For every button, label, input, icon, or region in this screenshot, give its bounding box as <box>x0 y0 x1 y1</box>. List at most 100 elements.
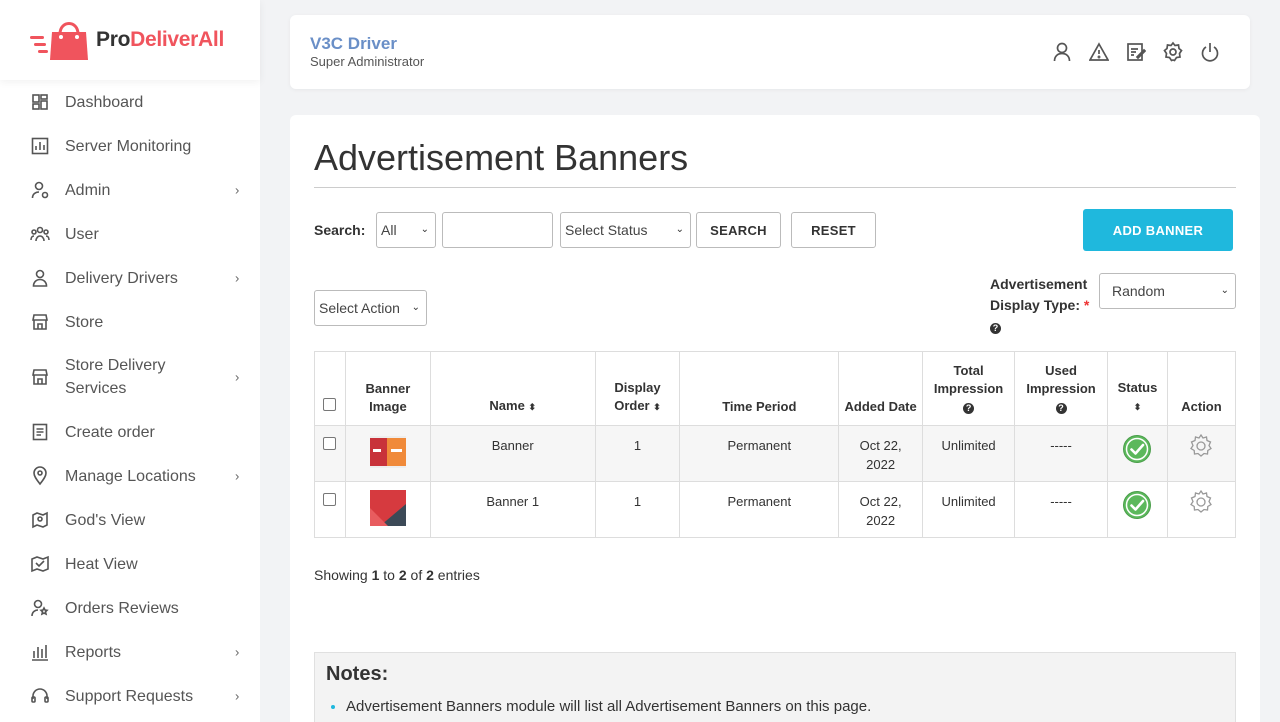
search-input[interactable] <box>442 212 553 248</box>
select-action-dropdown[interactable]: Select Action ⌄ <box>314 290 427 326</box>
brand-logo[interactable]: ProDeliverAll <box>0 0 260 80</box>
warning-icon[interactable] <box>1088 41 1110 63</box>
used-impression-cell: ----- <box>1014 481 1108 538</box>
time-period-cell: Permanent <box>679 481 840 538</box>
sidebar-item-store-delivery-services[interactable]: Store Delivery Services › <box>0 344 260 410</box>
sidebar-item-store[interactable]: Store <box>0 300 260 344</box>
display-order-cell: 1 <box>594 481 681 538</box>
row-checkbox[interactable] <box>323 493 337 506</box>
shopping-bag-logo-icon <box>30 18 92 62</box>
sidebar-item-label: User <box>65 225 99 243</box>
display-order-cell: 1 <box>594 425 681 482</box>
table-header-row: Banner Image Name ⬍ Display Order ⬍ Time… <box>314 351 1237 426</box>
add-banner-button[interactable]: ADD BANNER <box>1083 209 1233 251</box>
sidebar-item-label: Support Requests <box>65 687 194 705</box>
row-select-cell <box>314 481 346 538</box>
power-icon[interactable] <box>1200 41 1220 63</box>
sidebar-item-dashboard[interactable]: Dashboard <box>0 80 260 124</box>
location-icon <box>30 466 50 486</box>
users-icon <box>30 224 50 244</box>
display-type-label-line1: Advertisement <box>990 276 1088 292</box>
help-icon[interactable]: ? <box>963 403 975 414</box>
sidebar-item-admin[interactable]: Admin › <box>0 168 260 212</box>
added-date-line1: Oct 22, <box>859 438 902 453</box>
added-date-line1: Oct 22, <box>859 494 902 509</box>
profile-icon[interactable] <box>1052 41 1072 63</box>
column-banner-image: Banner Image <box>344 351 431 426</box>
headset-icon <box>30 686 50 706</box>
column-total-impression: Total Impression? <box>922 351 1016 426</box>
edit-icon[interactable] <box>1126 41 1147 63</box>
active-status-icon[interactable] <box>1122 435 1152 467</box>
chevron-right-icon: › <box>235 182 240 198</box>
row-checkbox[interactable] <box>323 437 337 450</box>
column-label: Status <box>1117 380 1158 395</box>
select-all-cell <box>314 351 346 426</box>
brand-name: ProDeliverAll <box>96 28 224 51</box>
display-type-value: Random <box>1112 283 1165 299</box>
notes-list: Advertisement Banners module will list a… <box>346 698 1235 715</box>
pagination-text: of <box>406 567 427 583</box>
gear-icon[interactable] <box>1188 489 1214 518</box>
help-icon[interactable]: ? <box>1055 403 1067 414</box>
column-status[interactable]: Status ⬍ <box>1107 351 1168 426</box>
help-icon[interactable]: ? <box>990 323 1001 334</box>
column-display-order[interactable]: Display Order ⬍ <box>594 351 681 426</box>
sidebar-item-label: Store Delivery Services <box>65 357 166 397</box>
display-type-select[interactable]: Random ⌄ <box>1099 273 1236 309</box>
settings-icon[interactable] <box>1163 41 1183 63</box>
time-period-cell: Permanent <box>679 425 840 482</box>
column-name[interactable]: Name ⬍ <box>429 351 596 426</box>
search-button[interactable]: SEARCH <box>696 212 781 248</box>
banner-image-cell <box>344 481 431 538</box>
display-type-label-line2: Display Type: <box>990 297 1080 313</box>
header-actions <box>1052 41 1220 63</box>
sidebar-item-manage-locations[interactable]: Manage Locations › <box>0 454 260 498</box>
search-label: Search: <box>314 222 366 238</box>
status-cell <box>1107 481 1168 538</box>
sidebar-item-label: Store <box>65 313 104 331</box>
gear-icon[interactable] <box>1188 433 1214 462</box>
select-all-checkbox[interactable] <box>323 398 337 411</box>
chevron-right-icon: › <box>235 688 240 704</box>
column-label: Time Period <box>722 399 797 414</box>
table-row: Banner 1 Permanent Oct 22, 2022 Unlimited… <box>314 425 1237 482</box>
pagination-info: Showing 1 to 2 of 2 entries <box>314 567 480 583</box>
display-type-label: Advertisement Display Type: * ? <box>990 274 1089 337</box>
search-field-select[interactable]: All ⌄ <box>376 212 436 248</box>
added-date-line2: 2022 <box>866 513 896 528</box>
sidebar-item-server-monitoring[interactable]: Server Monitoring <box>0 124 260 168</box>
sidebar-item-gods-view[interactable]: God's View <box>0 498 260 542</box>
pagination-text: entries <box>433 567 480 583</box>
sidebar-item-heat-view[interactable]: Heat View <box>0 542 260 586</box>
sidebar-item-delivery-drivers[interactable]: Delivery Drivers › <box>0 256 260 300</box>
required-mark: * <box>1083 297 1090 313</box>
notes-panel: Notes: Advertisement Banners module will… <box>314 652 1236 722</box>
reset-button[interactable]: RESET <box>791 212 876 248</box>
sidebar-item-label: Reports <box>65 643 122 661</box>
banner-thumbnail[interactable] <box>369 434 406 470</box>
action-cell <box>1166 425 1237 482</box>
review-icon <box>30 598 50 618</box>
sidebar-item-orders-reviews[interactable]: Orders Reviews <box>0 586 260 630</box>
sidebar-item-label: Create order <box>65 423 155 441</box>
sidebar-item-reports[interactable]: Reports › <box>0 630 260 674</box>
user-name: V3C Driver <box>310 34 397 53</box>
sidebar-nav: Dashboard Server Monitoring Admin › User… <box>0 80 260 718</box>
title-divider <box>314 187 1236 188</box>
bar-chart-icon <box>30 642 50 662</box>
sidebar-item-support-requests[interactable]: Support Requests › <box>0 674 260 718</box>
sort-icon: ⬍ <box>653 402 661 412</box>
sidebar-item-create-order[interactable]: Create order <box>0 410 260 454</box>
banner-thumbnail[interactable] <box>369 490 406 526</box>
page-title: Advertisement Banners <box>314 137 689 178</box>
chevron-down-icon: ⌄ <box>411 302 420 313</box>
active-status-icon[interactable] <box>1122 491 1152 523</box>
status-select[interactable]: Select Status ⌄ <box>560 212 691 248</box>
sidebar-item-label: Server Monitoring <box>65 137 192 155</box>
pagination-to: 2 <box>398 567 407 583</box>
table-row: Banner 1 1 Permanent Oct 22, 2022 Unlimit… <box>314 481 1237 538</box>
banner-name-cell: Banner 1 <box>429 481 596 538</box>
sort-icon: ⬍ <box>1133 402 1142 412</box>
sidebar-item-user[interactable]: User <box>0 212 260 256</box>
